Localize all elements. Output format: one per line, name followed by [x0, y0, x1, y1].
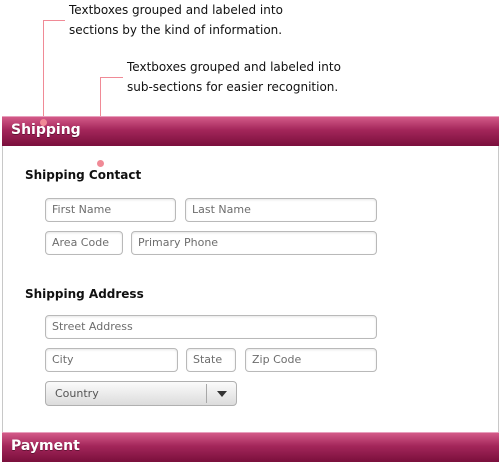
select-divider	[206, 384, 207, 403]
city-field[interactable]: City	[45, 348, 178, 372]
field-placeholder: Area Code	[52, 236, 109, 249]
area-code-field[interactable]: Area Code	[45, 231, 123, 255]
select-value: Country	[55, 387, 99, 400]
section-header-payment[interactable]: Payment	[2, 432, 499, 462]
leader-line-subsections-h	[100, 77, 123, 78]
primary-phone-field[interactable]: Primary Phone	[131, 231, 377, 255]
field-placeholder: Last Name	[192, 203, 251, 216]
field-placeholder: City	[52, 353, 74, 366]
subsection-heading-contact: Shipping Contact	[25, 168, 142, 182]
first-name-field[interactable]: First Name	[45, 198, 176, 222]
annotation-subsections: Textboxes grouped and labeled into sub-s…	[127, 57, 387, 97]
leader-dot-subsections	[97, 160, 104, 167]
annotation-line: sections by the kind of information.	[69, 23, 283, 37]
country-select[interactable]: Country	[45, 381, 237, 406]
field-placeholder: First Name	[52, 203, 112, 216]
annotation-line: Textboxes grouped and labeled into	[127, 60, 341, 74]
last-name-field[interactable]: Last Name	[185, 198, 377, 222]
leader-line-sections-h	[43, 20, 65, 21]
leader-dot-sections	[40, 119, 47, 126]
leader-line-sections-v	[43, 20, 44, 122]
field-placeholder: Street Address	[52, 320, 133, 333]
chevron-down-icon[interactable]	[217, 391, 227, 397]
field-placeholder: Primary Phone	[138, 236, 219, 249]
section-header-shipping: Shipping	[2, 116, 499, 146]
field-placeholder: Zip Code	[252, 353, 302, 366]
section-title: Payment	[11, 438, 80, 454]
subsection-heading-address: Shipping Address	[25, 287, 144, 301]
field-placeholder: State	[193, 353, 223, 366]
annotation-sections: Textboxes grouped and labeled into secti…	[69, 0, 329, 40]
annotation-line: sub-sections for easier recognition.	[127, 80, 339, 94]
state-field[interactable]: State	[186, 348, 236, 372]
street-address-field[interactable]: Street Address	[45, 315, 377, 339]
zip-code-field[interactable]: Zip Code	[245, 348, 377, 372]
annotation-line: Textboxes grouped and labeled into	[69, 3, 283, 17]
